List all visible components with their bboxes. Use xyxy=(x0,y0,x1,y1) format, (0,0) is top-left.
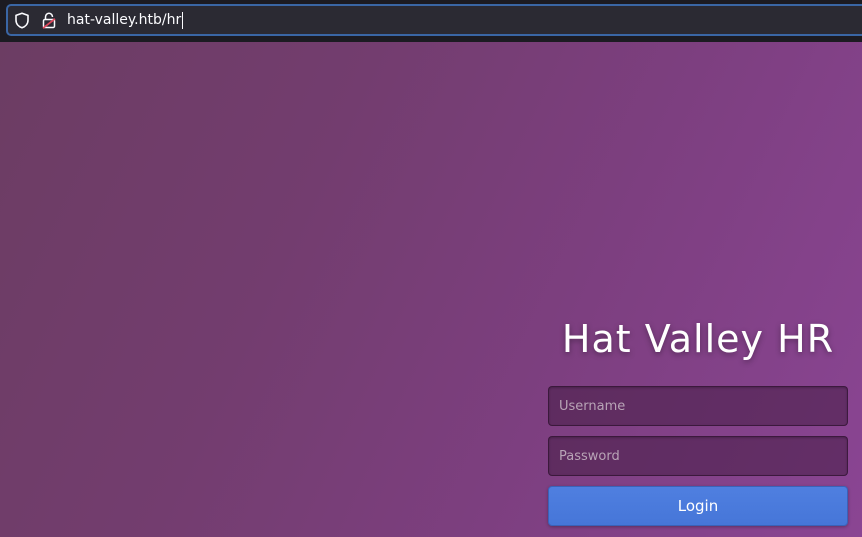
lock-insecure-icon[interactable] xyxy=(42,12,56,29)
text-caret xyxy=(182,12,184,29)
login-button[interactable]: Login xyxy=(548,486,848,526)
url-text[interactable]: hat-valley.htb/hr xyxy=(67,12,184,29)
password-input[interactable] xyxy=(548,436,848,476)
username-input[interactable] xyxy=(548,386,848,426)
url-bar[interactable]: hat-valley.htb/hr xyxy=(6,4,862,36)
browser-toolbar: hat-valley.htb/hr xyxy=(0,0,862,42)
page-title: Hat Valley HR xyxy=(561,317,835,361)
shield-icon[interactable] xyxy=(14,12,30,29)
hr-login-page: Hat Valley HR Login xyxy=(0,42,862,537)
